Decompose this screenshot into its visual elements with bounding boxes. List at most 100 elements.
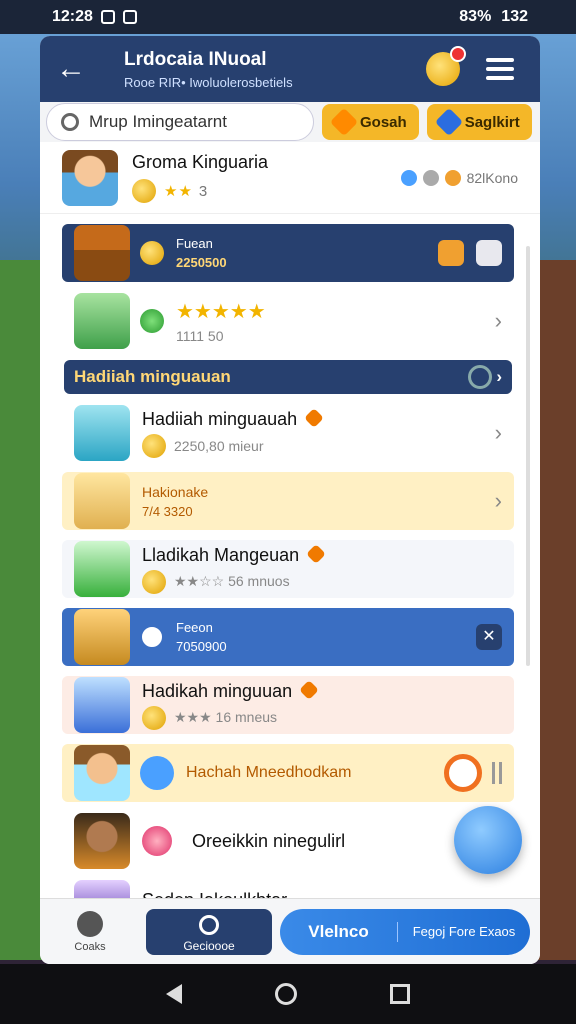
drag-handle-icon[interactable] <box>492 762 502 784</box>
reward-list: Fuean 2250500 ★★★★★ 1111 50 › Hadiiah mi… <box>50 224 526 930</box>
notification-icon <box>100 10 115 24</box>
coin-icon <box>444 169 461 186</box>
back-arrow-icon[interactable]: ← <box>56 52 96 86</box>
avatar <box>62 149 118 206</box>
list-item[interactable]: Lladikah Mangeuan ★★☆☆ 56 mnuos <box>62 540 514 598</box>
chest-icon <box>74 225 130 281</box>
item-title: Lladikah Mangeuan <box>142 543 502 566</box>
status-bar: 12:28 83% 132 <box>0 0 576 34</box>
list-item[interactable]: Fuean 2250500 <box>62 224 514 282</box>
toolbar-button-saglkirt[interactable]: Saglkirt <box>426 104 532 140</box>
list-item[interactable]: ★★★★★ 1111 50 › <box>62 292 514 350</box>
heart-icon[interactable] <box>422 169 439 186</box>
character-icon <box>74 677 130 733</box>
profile-stat: 82lKono <box>466 169 518 186</box>
star-rating: ★★ <box>164 183 193 200</box>
gem-icon <box>304 407 325 428</box>
button-label: Gosah <box>360 113 407 131</box>
gem-icon <box>306 543 327 564</box>
item-title: Hachah Mneedhodkam <box>186 764 352 781</box>
star-rating: ★★★★★ <box>176 300 266 323</box>
chevron-right-icon: › <box>494 488 502 513</box>
hamburger-menu-icon[interactable] <box>486 58 514 80</box>
section-title: Hadiiah minguauan <box>74 367 231 386</box>
app-window: ← Lrdocaia INuoal Rooe RIR• Iwoluolerosb… <box>40 36 540 964</box>
scrollbar[interactable] <box>526 246 530 666</box>
shop-icon <box>74 293 130 349</box>
toolbar: Mrup Imingeatarnt Gosah Saglkirt <box>40 102 540 142</box>
timer-icon <box>140 625 164 649</box>
coin-icon <box>142 705 166 730</box>
toolbar-button-gosah[interactable]: Gosah <box>322 104 419 140</box>
recents-icon[interactable] <box>389 984 410 1004</box>
list-item[interactable]: Hakionake 7/4 3320 › <box>62 472 514 530</box>
record-button[interactable] <box>444 754 482 792</box>
item-title: Hadiiah minguauah <box>142 407 487 430</box>
toggle-button[interactable] <box>476 240 502 266</box>
system-navigation-bar <box>0 964 576 1024</box>
list-item[interactable]: Hadikah minguuan ★★★ 16 mneus <box>62 676 514 734</box>
item-title: Feeon <box>176 620 213 635</box>
list-item[interactable]: Hachah Mneedhodkam <box>62 744 514 802</box>
search-input[interactable]: Mrup Imingeatarnt <box>46 103 314 141</box>
home-icon[interactable] <box>274 983 297 1005</box>
page-title: Lrdocaia INuoal <box>124 48 267 70</box>
avatar <box>74 745 130 801</box>
profile-icon <box>77 910 103 937</box>
action-pill[interactable]: Vlelnco Fegoj Fore Exaos <box>280 908 530 955</box>
item-subtitle: ★★☆☆ 56 mnuos <box>174 573 290 589</box>
chevron-right-icon: › <box>494 308 502 333</box>
info-button[interactable] <box>438 240 464 266</box>
orange-gem-icon <box>329 107 359 137</box>
item-subtitle: 2250,80 mieur <box>174 437 264 454</box>
back-icon[interactable] <box>166 984 183 1004</box>
list-item[interactable]: Feeon 7050900 ✕ <box>62 608 514 666</box>
item-title: Hadikah minguuan <box>142 679 502 702</box>
nav-item-gecioooe[interactable]: Gecioooe <box>146 908 272 955</box>
app-header: ← Lrdocaia INuoal Rooe RIR• Iwoluolerosb… <box>40 36 540 102</box>
pill-secondary-label[interactable]: Fegoj Fore Exaos <box>398 924 530 939</box>
bag-icon <box>74 609 130 665</box>
gift-icon <box>74 405 130 461</box>
page-subtitle: Rooe RIR• Iwoluolerosbetiels <box>124 74 293 90</box>
item-subtitle: 2250500 <box>176 255 227 270</box>
background-foliage-right <box>536 260 576 960</box>
coin-icon <box>142 433 166 458</box>
profile-name: Groma Kinguaria <box>132 152 269 172</box>
gem-icon <box>299 679 320 700</box>
button-label: Saglkirt <box>464 113 520 131</box>
coin-icon <box>142 569 166 594</box>
signal-value: 132 <box>501 8 528 25</box>
search-icon <box>61 113 79 131</box>
refresh-icon[interactable] <box>400 169 417 186</box>
nav-item-coaks[interactable]: Coaks <box>50 910 130 953</box>
list-item[interactable]: Oreeikkin ninegulirl <box>62 812 514 870</box>
avatar <box>74 813 130 869</box>
notification-badge <box>450 46 466 62</box>
item-subtitle: ★★★ 16 mneus <box>174 709 278 725</box>
nav-label: Coaks <box>74 940 106 953</box>
target-icon <box>468 365 493 389</box>
search-icon <box>199 914 219 935</box>
item-subtitle: 7050900 <box>176 639 227 654</box>
battery-level: 83% <box>459 8 492 25</box>
status-time: 12:28 <box>52 8 93 25</box>
gift-icon <box>142 826 172 856</box>
coin-icon <box>140 241 164 265</box>
item-subtitle: 1111 50 <box>176 327 224 344</box>
item-subtitle: 7/4 3320 <box>142 503 193 519</box>
blue-gem-icon <box>140 756 174 790</box>
search-placeholder: Mrup Imingeatarnt <box>89 112 227 131</box>
box-icon <box>74 473 130 529</box>
list-item[interactable]: Hadiiah minguauah 2250,80 mieur › <box>62 404 514 462</box>
profile-card[interactable]: Groma Kinguaria ★★ 3 82lKono <box>40 142 540 214</box>
background-foliage-left <box>0 260 44 960</box>
magic-wand-fab-button[interactable] <box>454 806 522 874</box>
medal-icon[interactable] <box>426 46 466 86</box>
section-header[interactable]: Hadiiah minguauan › <box>64 360 512 394</box>
item-title: Fuean <box>176 236 213 251</box>
pill-primary-label[interactable]: Vlelnco <box>280 921 398 942</box>
close-button[interactable]: ✕ <box>476 624 502 650</box>
app-icon <box>122 10 137 24</box>
green-coin-icon <box>140 309 164 333</box>
